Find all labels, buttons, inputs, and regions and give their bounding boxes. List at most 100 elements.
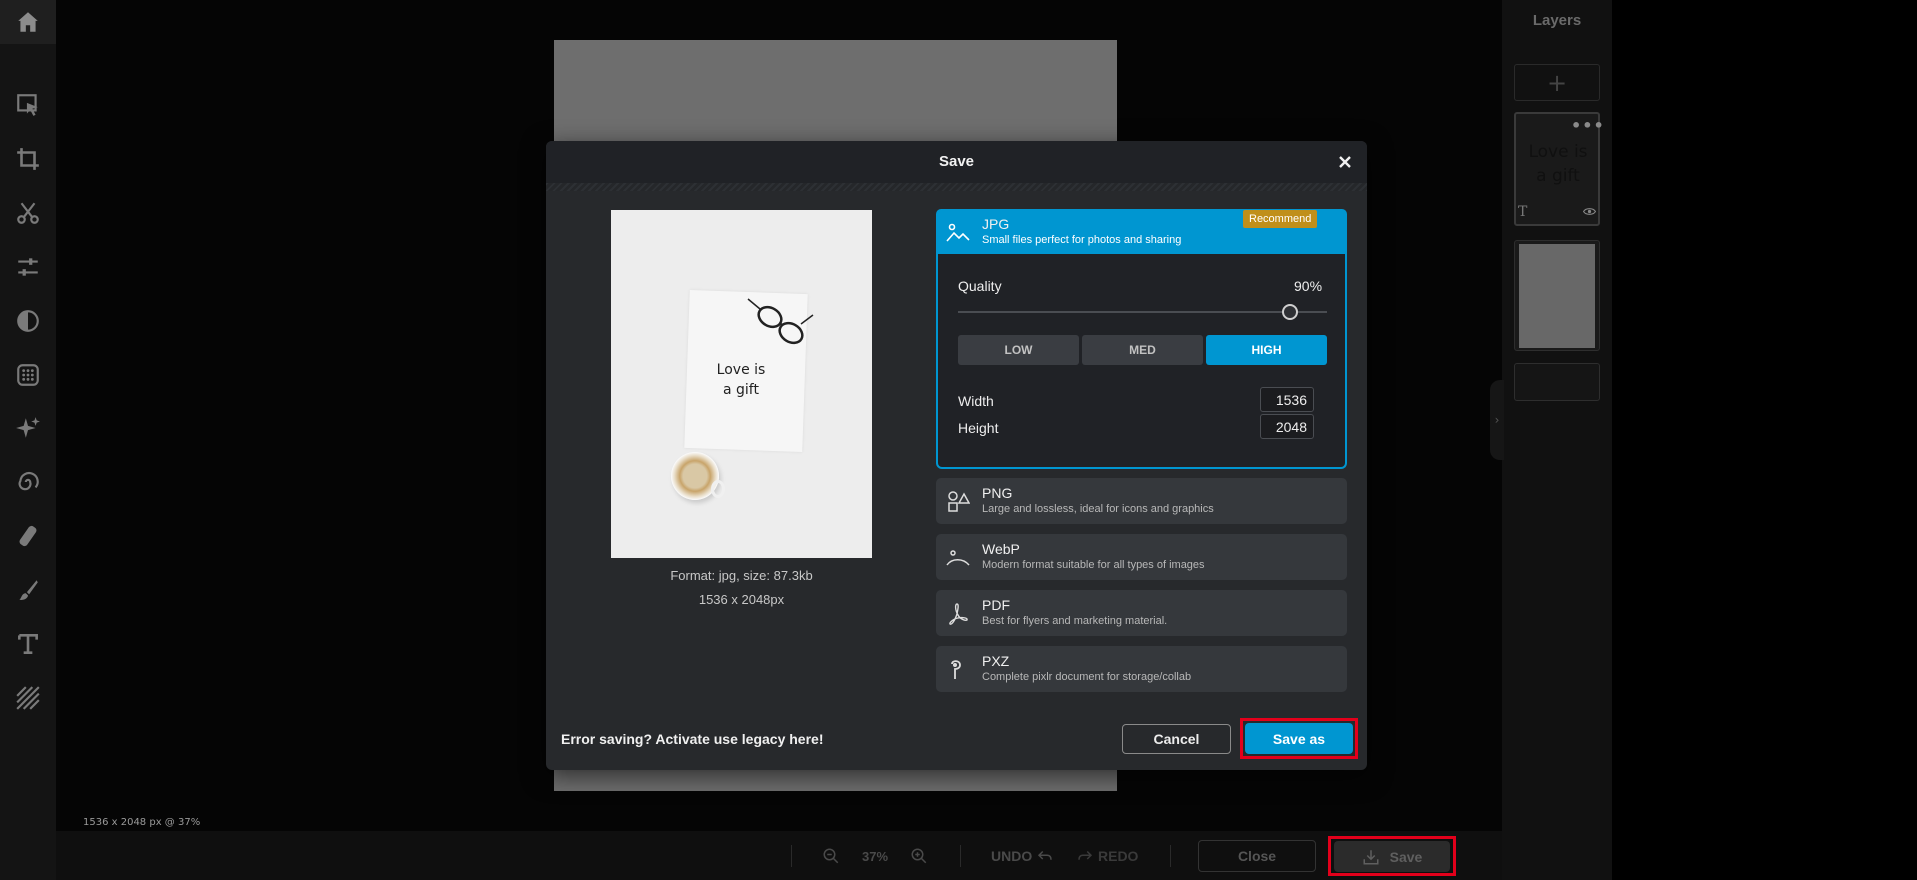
glasses-graphic: [747, 298, 814, 345]
zoom-level[interactable]: 37%: [862, 840, 888, 872]
save-label: Save: [1389, 848, 1423, 865]
preview-text-line: a gift: [723, 382, 759, 398]
layers-title: Layers: [1532, 12, 1582, 29]
redo-icon: [1078, 850, 1093, 860]
format-option-webp[interactable]: WebP Modern format suitable for all type…: [936, 534, 1347, 580]
zoom-in-button[interactable]: [910, 840, 928, 872]
format-option-jpg[interactable]: JPG Small files perfect for photos and s…: [936, 209, 1347, 255]
shapes-icon: [948, 491, 970, 512]
crop-icon: [17, 148, 39, 170]
quality-med-button[interactable]: MED: [1082, 335, 1203, 365]
heal-tool-button[interactable]: [0, 516, 56, 556]
dialog-title: Save: [938, 153, 975, 170]
dialog-header-stripe: [546, 183, 1367, 191]
filter-icon: [17, 310, 39, 332]
adjust-icon: [18, 258, 38, 276]
undo-label: UNDO: [991, 848, 1033, 864]
format-name: WebP: [982, 541, 1020, 557]
pdf-icon: [949, 603, 968, 625]
save-preview-image: Love is a gift: [611, 210, 872, 558]
panel-collapse-toggle[interactable]: ›: [1490, 380, 1504, 460]
close-button[interactable]: Close: [1198, 840, 1316, 872]
ai-tool-button[interactable]: [0, 408, 56, 448]
text-icon: [18, 634, 38, 654]
text-tool-button[interactable]: [0, 624, 56, 664]
format-option-png[interactable]: PNG Large and lossless, ideal for icons …: [936, 478, 1347, 524]
cutout-icon: [17, 202, 39, 224]
preview-text-line: Love is: [716, 362, 766, 378]
format-name: JPG: [982, 216, 1010, 232]
brush-icon: [19, 580, 38, 600]
quality-slider-track[interactable]: [958, 311, 1327, 313]
add-layer-button[interactable]: +: [1514, 64, 1600, 101]
dialog-close-button[interactable]: [1334, 151, 1356, 173]
crop-tool-button[interactable]: [0, 139, 56, 179]
home-button[interactable]: [0, 0, 56, 44]
width-label: Width: [958, 393, 994, 409]
format-desc: Complete pixlr document for storage/coll…: [982, 671, 1192, 683]
adjust-tool-button[interactable]: [0, 247, 56, 287]
left-toolbar: [0, 0, 56, 880]
height-input[interactable]: [1260, 414, 1314, 439]
divider: [791, 845, 792, 867]
pattern-tool-button[interactable]: [0, 678, 56, 718]
width-input[interactable]: [1260, 387, 1314, 412]
format-name: PNG: [982, 485, 1013, 501]
quality-high-button[interactable]: HIGH: [1206, 335, 1327, 365]
ai-sparkle-icon: [16, 417, 40, 438]
preview-dimensions-info: 1536 x 2048px: [698, 592, 785, 607]
empty-area: [1612, 0, 1917, 880]
liquify-icon: [18, 472, 39, 491]
effect-icon: [17, 364, 39, 386]
format-name: PXZ: [982, 653, 1010, 669]
undo-button[interactable]: UNDO: [991, 840, 1054, 872]
draw-tool-button[interactable]: [0, 570, 56, 610]
height-label: Height: [958, 420, 999, 436]
format-desc: Large and lossless, ideal for icons and …: [982, 503, 1214, 515]
format-option-pxz[interactable]: PXZ Complete pixlr document for storage/…: [936, 646, 1347, 692]
recommend-badge: Recommend: [1243, 210, 1318, 228]
image-icon: [946, 223, 970, 242]
quality-slider-thumb[interactable]: [1282, 304, 1299, 320]
legacy-save-link[interactable]: Error saving? Activate use legacy here!: [561, 731, 823, 747]
layer-text-preview: Love is a gift: [1528, 142, 1588, 186]
divider: [1170, 845, 1171, 867]
text-layer-icon: T: [1518, 204, 1528, 220]
home-icon: [18, 12, 38, 32]
quality-low-button[interactable]: LOW: [958, 335, 1079, 365]
jpg-options-panel: Quality 90% LOW MED HIGH Width Height: [936, 254, 1347, 469]
arrange-icon: [17, 94, 38, 116]
save-button[interactable]: Save: [1334, 841, 1450, 872]
filter-tool-button[interactable]: [0, 301, 56, 341]
zoom-out-icon: [823, 848, 839, 864]
layer-menu-icon[interactable]: •••: [1571, 116, 1605, 135]
undo-icon: [1038, 850, 1052, 860]
liquify-tool-button[interactable]: [0, 462, 56, 502]
cutout-tool-button[interactable]: [0, 193, 56, 233]
canvas-status: 1536 x 2048 px @ 37%: [83, 817, 201, 828]
cancel-button[interactable]: Cancel: [1122, 724, 1231, 754]
redo-button[interactable]: REDO: [1076, 840, 1138, 872]
heal-icon: [19, 525, 37, 547]
redo-label: REDO: [1098, 848, 1139, 864]
download-icon: [1363, 849, 1379, 864]
cup-handle: [711, 480, 725, 498]
zoom-in-icon: [911, 848, 927, 864]
arrange-tool-button[interactable]: [0, 85, 56, 125]
pxz-icon: [951, 660, 961, 679]
format-name: PDF: [982, 597, 1010, 613]
save-dialog: Save Love is a gift Format: jpg, size: 8…: [546, 141, 1367, 770]
layer-image-preview: [1519, 244, 1595, 348]
webp-icon: [946, 550, 970, 566]
save-as-button[interactable]: Save as: [1245, 723, 1353, 754]
format-desc: Best for flyers and marketing material.: [982, 615, 1168, 627]
effect-tool-button[interactable]: [0, 355, 56, 395]
preview-text: Love is a gift: [681, 360, 801, 400]
quality-value: 90%: [1294, 278, 1323, 294]
divider: [960, 845, 961, 867]
layer-item-background[interactable]: [1514, 363, 1600, 401]
format-option-pdf[interactable]: PDF Best for flyers and marketing materi…: [936, 590, 1347, 636]
zoom-out-button[interactable]: [822, 840, 840, 872]
pattern-icon: [16, 686, 40, 710]
eye-icon[interactable]: [1583, 207, 1596, 216]
